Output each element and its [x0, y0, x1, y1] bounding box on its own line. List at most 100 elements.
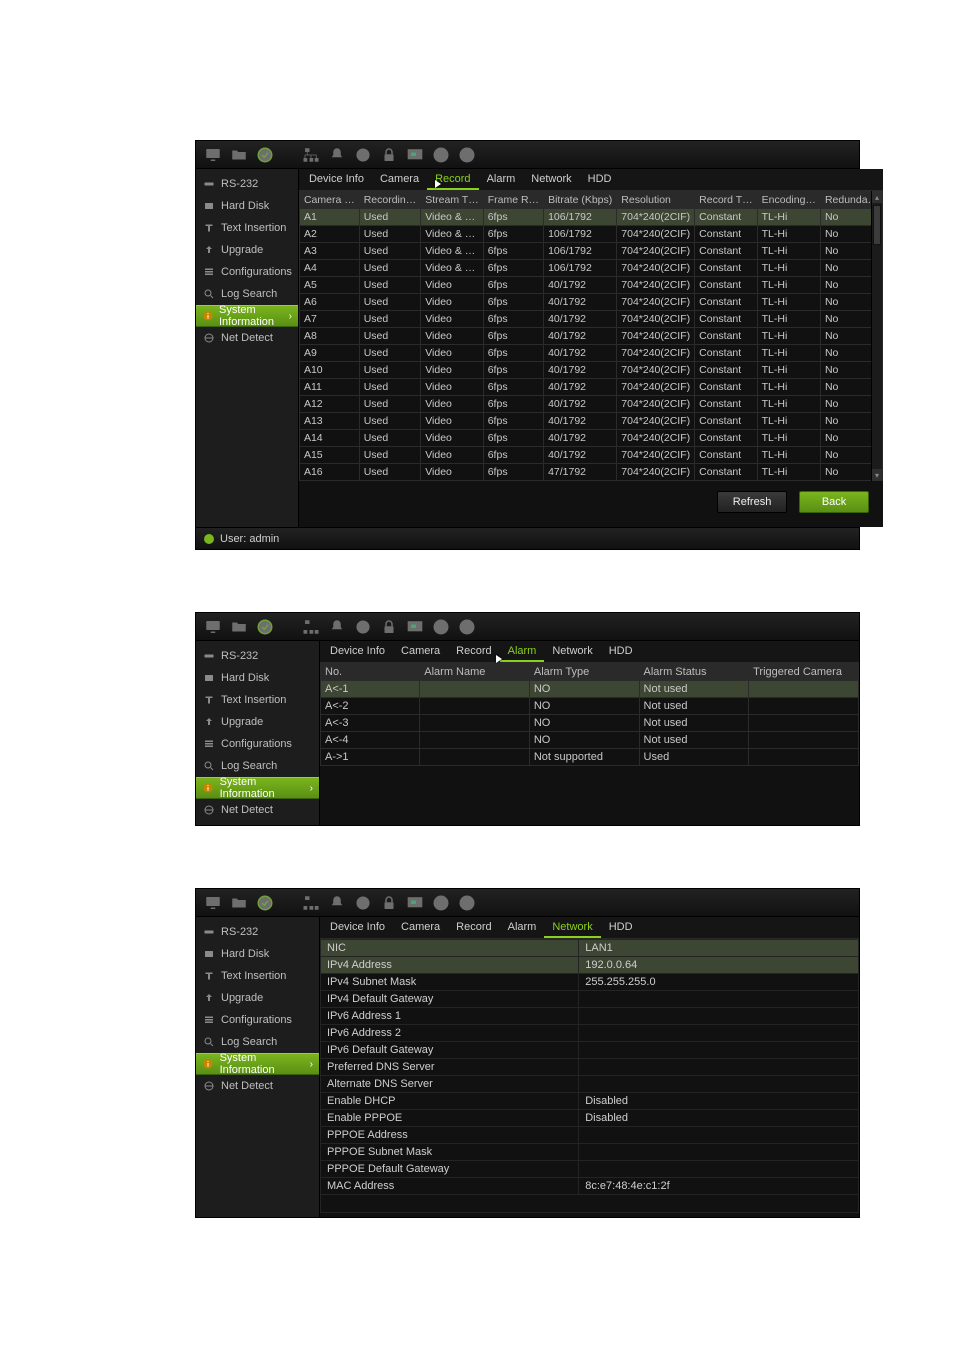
power-icon[interactable]	[454, 144, 480, 166]
scroll-down-icon[interactable]: ▾	[872, 469, 882, 481]
tab-network[interactable]: Network	[523, 168, 579, 190]
check-circle-icon[interactable]	[252, 144, 278, 166]
folder-icon[interactable]	[226, 616, 252, 638]
table-row[interactable]: A<-3NONot used	[321, 715, 859, 732]
sidebar-item-upgrade[interactable]: Upgrade	[196, 711, 319, 733]
lock-icon[interactable]	[376, 144, 402, 166]
table-row[interactable]: A4UsedVideo & …6fps106/1792704*240(2CIF)…	[299, 260, 882, 277]
sidebar-item-log-search[interactable]: Log Search	[196, 755, 319, 777]
display-icon[interactable]	[402, 616, 428, 638]
network-icon[interactable]	[298, 144, 324, 166]
help-icon[interactable]	[428, 144, 454, 166]
table-row[interactable]: A10UsedVideo6fps40/1792704*240(2CIF)Cons…	[299, 362, 882, 379]
tab-record[interactable]: Record	[448, 640, 499, 662]
tab-network[interactable]: Network	[544, 640, 600, 662]
refresh-button[interactable]: Refresh	[717, 491, 787, 513]
globe-icon[interactable]	[350, 144, 376, 166]
globe-icon[interactable]	[350, 616, 376, 638]
vertical-scrollbar[interactable]: ▴ ▾	[871, 191, 882, 481]
sidebar-item-text-insertion[interactable]: Text Insertion	[196, 689, 319, 711]
tab-record[interactable]: Record	[448, 916, 499, 938]
sidebar-item-net-detect[interactable]: Net Detect	[196, 799, 319, 821]
column-header[interactable]: Resolution	[617, 192, 695, 209]
alarm-table[interactable]: No.Alarm NameAlarm TypeAlarm StatusTrigg…	[320, 663, 859, 766]
tab-device-info[interactable]: Device Info	[322, 916, 393, 938]
bell-icon[interactable]	[324, 892, 350, 914]
column-header[interactable]: Bitrate (Kbps)	[544, 192, 617, 209]
column-header[interactable]: Camera …	[299, 192, 359, 209]
column-header[interactable]: Stream T…	[421, 192, 483, 209]
globe-icon[interactable]	[350, 892, 376, 914]
sidebar-item-text-insertion[interactable]: Text Insertion	[196, 965, 319, 987]
table-row[interactable]: A7UsedVideo6fps40/1792704*240(2CIF)Const…	[299, 311, 882, 328]
back-button[interactable]: Back	[799, 491, 869, 513]
monitor-icon[interactable]	[200, 892, 226, 914]
check-circle-icon[interactable]	[252, 892, 278, 914]
table-row[interactable]: A3UsedVideo & …6fps106/1792704*240(2CIF)…	[299, 243, 882, 260]
sidebar-item-rs-232[interactable]: RS-232	[196, 921, 319, 943]
table-row[interactable]: A8UsedVideo6fps40/1792704*240(2CIF)Const…	[299, 328, 882, 345]
table-row[interactable]: A12UsedVideo6fps40/1792704*240(2CIF)Cons…	[299, 396, 882, 413]
sidebar-item-configurations[interactable]: Configurations	[196, 1009, 319, 1031]
display-icon[interactable]	[402, 144, 428, 166]
sidebar-item-upgrade[interactable]: Upgrade	[196, 987, 319, 1009]
table-row[interactable]: A13UsedVideo6fps40/1792704*240(2CIF)Cons…	[299, 413, 882, 430]
bell-icon[interactable]	[324, 616, 350, 638]
sidebar-item-hard-disk[interactable]: Hard Disk	[196, 667, 319, 689]
column-header[interactable]: Frame R…	[483, 192, 543, 209]
table-row[interactable]: A->1Not supportedUsed	[321, 749, 859, 766]
column-header[interactable]: Encoding…	[757, 192, 820, 209]
tab-alarm[interactable]: Alarm	[479, 168, 524, 190]
table-row[interactable]: A5UsedVideo6fps40/1792704*240(2CIF)Const…	[299, 277, 882, 294]
sidebar-item-hard-disk[interactable]: Hard Disk	[196, 195, 298, 217]
tab-network[interactable]: Network	[544, 916, 600, 938]
tab-hdd[interactable]: HDD	[601, 916, 641, 938]
folder-icon[interactable]	[226, 144, 252, 166]
tab-device-info[interactable]: Device Info	[301, 168, 372, 190]
help-icon[interactable]	[428, 616, 454, 638]
monitor-icon[interactable]	[200, 616, 226, 638]
scroll-thumb[interactable]	[873, 205, 881, 245]
sidebar-item-rs-232[interactable]: RS-232	[196, 645, 319, 667]
table-row[interactable]: A6UsedVideo6fps40/1792704*240(2CIF)Const…	[299, 294, 882, 311]
column-header[interactable]: Alarm Name	[420, 664, 530, 681]
column-header[interactable]: Recordin…	[359, 192, 421, 209]
table-row[interactable]: A11UsedVideo6fps40/1792704*240(2CIF)Cons…	[299, 379, 882, 396]
monitor-icon[interactable]	[200, 144, 226, 166]
tab-alarm[interactable]: Alarm	[500, 916, 545, 938]
power-icon[interactable]	[454, 892, 480, 914]
display-icon[interactable]	[402, 892, 428, 914]
power-icon[interactable]	[454, 616, 480, 638]
table-row[interactable]: A9UsedVideo6fps40/1792704*240(2CIF)Const…	[299, 345, 882, 362]
sidebar-item-net-detect[interactable]: Net Detect	[196, 1075, 319, 1097]
tab-camera[interactable]: Camera	[393, 916, 448, 938]
sidebar-item-system-information[interactable]: System Information›	[196, 1053, 319, 1075]
table-row[interactable]: A<-4NONot used	[321, 732, 859, 749]
sidebar-item-upgrade[interactable]: Upgrade	[196, 239, 298, 261]
tab-camera[interactable]: Camera	[372, 168, 427, 190]
lock-icon[interactable]	[376, 892, 402, 914]
sidebar-item-system-information[interactable]: System Information›	[196, 305, 298, 327]
column-header[interactable]: Alarm Status	[639, 664, 749, 681]
tab-camera[interactable]: Camera	[393, 640, 448, 662]
record-table[interactable]: Camera …Recordin…Stream T…Frame R…Bitrat…	[299, 191, 883, 481]
column-header[interactable]: Triggered Camera	[749, 664, 859, 681]
tab-device-info[interactable]: Device Info	[322, 640, 393, 662]
column-header[interactable]: No.	[321, 664, 420, 681]
table-row[interactable]: A16UsedVideo6fps47/1792704*240(2CIF)Cons…	[299, 464, 882, 481]
table-row[interactable]: A<-1NONot used	[321, 681, 859, 698]
table-row[interactable]: A2UsedVideo & …6fps106/1792704*240(2CIF)…	[299, 226, 882, 243]
sidebar-item-log-search[interactable]: Log Search	[196, 283, 298, 305]
column-header[interactable]: Alarm Type	[529, 664, 639, 681]
sidebar-item-configurations[interactable]: Configurations	[196, 733, 319, 755]
table-row[interactable]: A15UsedVideo6fps40/1792704*240(2CIF)Cons…	[299, 447, 882, 464]
lock-icon[interactable]	[376, 616, 402, 638]
sidebar-item-system-information[interactable]: System Information›	[196, 777, 319, 799]
bell-icon[interactable]	[324, 144, 350, 166]
sidebar-item-hard-disk[interactable]: Hard Disk	[196, 943, 319, 965]
sidebar-item-text-insertion[interactable]: Text Insertion	[196, 217, 298, 239]
scroll-up-icon[interactable]: ▴	[872, 191, 882, 203]
network-icon[interactable]	[298, 616, 324, 638]
tab-alarm[interactable]: Alarm	[500, 640, 545, 662]
help-icon[interactable]	[428, 892, 454, 914]
